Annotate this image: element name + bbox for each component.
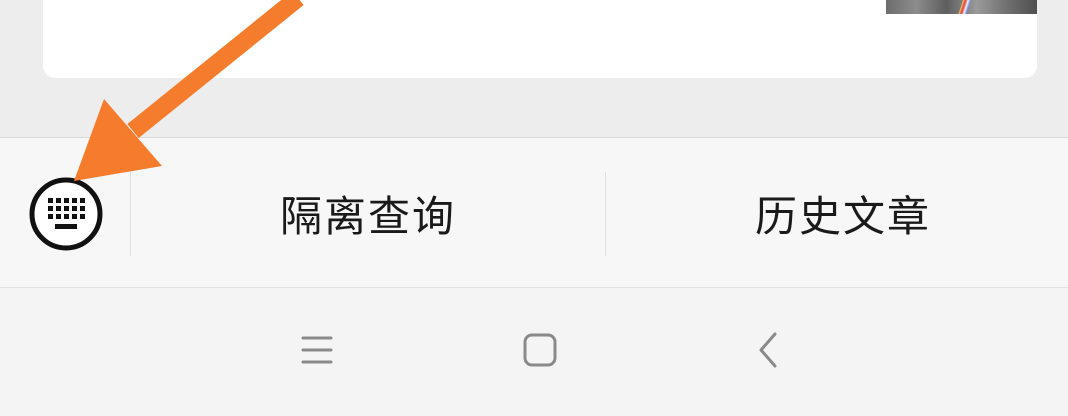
menu-item-isolation-query[interactable]: 隔离查询: [131, 138, 605, 288]
menu-item-label: 隔离查询: [279, 191, 456, 241]
article-thumbnail: [886, 0, 1037, 14]
article-card[interactable]: [43, 0, 1037, 78]
back-button[interactable]: [745, 328, 789, 372]
thumbnail-stripe: [958, 0, 978, 14]
hamburger-icon: [301, 336, 333, 364]
menu-item-label: 历史文章: [754, 191, 931, 241]
recent-apps-button[interactable]: [295, 328, 339, 372]
official-account-menu-bar: 隔离查询 历史文章: [0, 137, 1068, 288]
home-button[interactable]: [518, 328, 562, 372]
menu-item-history-articles[interactable]: 历史文章: [606, 138, 1068, 288]
system-navigation-bar: [0, 288, 1068, 416]
keyboard-icon: [29, 177, 103, 251]
keyboard-toggle-button[interactable]: [28, 176, 104, 252]
chevron-left-icon: [759, 332, 777, 368]
square-icon: [523, 333, 557, 367]
content-area: [0, 0, 1068, 137]
